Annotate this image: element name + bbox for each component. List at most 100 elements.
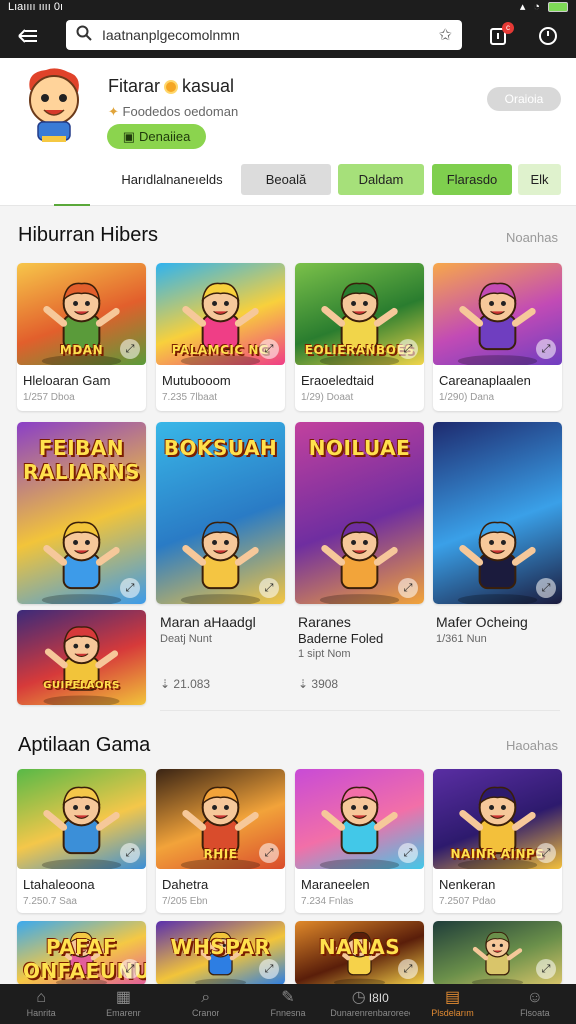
list-item-meta-1: 1 sipt Nom bbox=[298, 648, 351, 660]
list-item-name-2[interactable]: Mafer Ocheing bbox=[436, 614, 528, 630]
game-meta: 7.250.7 Saa bbox=[23, 896, 77, 907]
game-thumbnail: ⤢ bbox=[433, 263, 562, 365]
avatar[interactable] bbox=[16, 66, 92, 146]
game-thumbnail: WHSPAR ⤢ bbox=[156, 921, 285, 985]
game-thumbnail: PALAMCIC NG ⤢ bbox=[156, 263, 285, 365]
game-card[interactable]: ⤢ Maraneelen 7.234 Fnlas bbox=[295, 769, 424, 913]
profile-header: Fitarar kasual ✦ Foodedos oedoman ▣ Dena… bbox=[0, 58, 576, 206]
active-tab-indicator bbox=[54, 204, 90, 206]
game-card[interactable]: NOILUAE ⤢ bbox=[295, 422, 424, 604]
section2-more-link[interactable]: Haoahas bbox=[506, 738, 558, 753]
expand-icon[interactable]: ⤢ bbox=[536, 339, 556, 359]
download-icon: ⇣ bbox=[298, 677, 309, 691]
search-input[interactable] bbox=[102, 27, 429, 43]
coin-icon bbox=[164, 79, 179, 94]
game-thumbnail: FEIBAN RALIARNS ⤢ bbox=[17, 422, 146, 604]
game-thumbnail: EOLIERANBOES ⤢ bbox=[295, 263, 424, 365]
search-icon: ⌕ bbox=[201, 989, 211, 1006]
game-card[interactable]: NAINR AINPS ⤢ Nenkeran 7.2507 Pdao bbox=[433, 769, 562, 913]
home-icon: ⌂ bbox=[36, 989, 46, 1006]
game-card[interactable]: NANAS ⤢ bbox=[295, 921, 424, 985]
nav-item-5[interactable]: ▤ Plsdelarım bbox=[411, 984, 493, 1024]
game-name: Ltahaleoona bbox=[23, 877, 95, 892]
list-item-stat-0: ⇣ 21.083 bbox=[160, 677, 211, 691]
nav-item-1[interactable]: ▦ Emarenr bbox=[82, 984, 164, 1024]
section1-more-link[interactable]: Noanhas bbox=[506, 230, 558, 245]
game-card[interactable]: WHSPAR ⤢ bbox=[156, 921, 285, 985]
notification-icon[interactable]: c bbox=[484, 22, 514, 50]
game-meta: 7.235 7lbaat bbox=[162, 392, 218, 403]
back-arrow-icon[interactable] bbox=[0, 14, 56, 58]
thumbnail-title: WHSPAR bbox=[170, 935, 271, 959]
list-item-name-1[interactable]: Raranes bbox=[298, 614, 351, 630]
level-button[interactable]: ▣ Denaiiea bbox=[107, 124, 206, 149]
expand-icon[interactable]: ⤢ bbox=[120, 578, 140, 598]
nav-item-6[interactable]: ☺ Flsoata bbox=[494, 984, 576, 1024]
game-meta: 1/257 Dboa bbox=[23, 392, 75, 403]
tab-4[interactable]: Elk bbox=[518, 164, 561, 195]
game-meta: 7.234 Fnlas bbox=[301, 896, 354, 907]
expand-icon[interactable]: ⤢ bbox=[259, 339, 279, 359]
expand-icon[interactable]: ⤢ bbox=[259, 843, 279, 863]
game-thumbnail: BOKSUAH ⤢ bbox=[156, 422, 285, 604]
expand-icon[interactable]: ⤢ bbox=[398, 959, 418, 979]
game-card[interactable]: ⤢ Careanaplaalen 1/290) Dana bbox=[433, 263, 562, 411]
nav-item-3[interactable]: ✎ Fnnesna bbox=[247, 984, 329, 1024]
nav-item-0[interactable]: ⌂ Hanrita bbox=[0, 984, 82, 1024]
expand-icon[interactable]: ⤢ bbox=[536, 578, 556, 598]
game-card[interactable]: EOLIERANBOES ⤢ Eraoeledtaid 1/29) Doaat bbox=[295, 263, 424, 411]
expand-icon[interactable]: ⤢ bbox=[536, 843, 556, 863]
expand-icon[interactable]: ⤢ bbox=[120, 339, 140, 359]
list-item-name2-1: Baderne Foled bbox=[298, 631, 384, 646]
expand-icon[interactable]: ⤢ bbox=[120, 959, 140, 979]
game-card[interactable]: BOKSUAH ⤢ bbox=[156, 422, 285, 604]
games-icon: ✎ bbox=[281, 989, 295, 1006]
tab-2[interactable]: Daldam bbox=[338, 164, 424, 195]
follow-button[interactable]: Oraioia bbox=[487, 87, 561, 111]
game-name: Dahetra bbox=[162, 877, 209, 892]
notification-badge: c bbox=[502, 22, 514, 34]
game-card[interactable]: FEIBAN RALIARNS ⤢ bbox=[17, 422, 146, 604]
list-item-name-0[interactable]: Maran aHaadgl bbox=[160, 614, 256, 630]
game-card[interactable]: PAFAF ONFAEUNUS⤢ bbox=[17, 921, 146, 985]
game-card-small[interactable]: GUIPELAORS bbox=[17, 610, 146, 705]
clock-icon[interactable] bbox=[534, 22, 562, 50]
expand-icon[interactable]: ⤢ bbox=[120, 843, 140, 863]
tab-1[interactable]: Beoală bbox=[241, 164, 331, 195]
expand-icon[interactable]: ⤢ bbox=[398, 578, 418, 598]
profile-subtitle: ✦ Foodedos oedoman bbox=[108, 104, 239, 119]
expand-icon[interactable]: ⤢ bbox=[398, 843, 418, 863]
section2-title: Aptilaan Gama bbox=[18, 734, 151, 756]
game-card[interactable]: PALAMCIC NG ⤢ Mutubooom 7.235 7lbaat bbox=[156, 263, 285, 411]
nav-label: Dunarenrenbaroreee bbox=[330, 1008, 411, 1018]
game-name: Careanaplaalen bbox=[439, 373, 531, 388]
nav-item-4[interactable]: ◷ I8I0 Dunarenrenbaroreee bbox=[329, 984, 411, 1024]
tab-bar: Harıdlalnaneıelds Beoală Daldam Flarasdo… bbox=[0, 164, 576, 206]
expand-icon[interactable]: ⤢ bbox=[259, 959, 279, 979]
game-name: Nenkeran bbox=[439, 877, 496, 892]
hand-icon: ✦ bbox=[108, 104, 119, 119]
game-thumbnail: ⤢ bbox=[433, 422, 562, 604]
game-meta: 7.2507 Pdao bbox=[439, 896, 496, 907]
game-card[interactable]: RHIE ⤢ Dahetra 7/205 Ebn bbox=[156, 769, 285, 913]
expand-icon[interactable]: ⤢ bbox=[259, 578, 279, 598]
store-icon: ▦ bbox=[115, 989, 131, 1006]
profile-name: Fitarar kasual bbox=[108, 76, 235, 96]
expand-icon[interactable]: ⤢ bbox=[398, 339, 418, 359]
list-item-meta-2: 1/361 Nun bbox=[436, 633, 487, 645]
game-card[interactable]: ⤢ bbox=[433, 422, 562, 604]
nav-item-2[interactable]: ⌕ Cranor bbox=[165, 984, 247, 1024]
game-card[interactable]: MDAN ⤢ Hleloaran Gam 1/257 Dboa bbox=[17, 263, 146, 411]
expand-icon[interactable]: ⤢ bbox=[536, 959, 556, 979]
game-thumbnail: PAFAF ONFAEUNUS⤢ bbox=[17, 921, 146, 985]
star-icon[interactable]: ✩ bbox=[439, 25, 452, 45]
tab-0[interactable]: Harıdlalnaneıelds bbox=[110, 164, 234, 195]
game-name: Mutubooom bbox=[162, 373, 231, 388]
search-bar[interactable]: ✩ bbox=[66, 20, 462, 50]
game-thumbnail: NAINR AINPS ⤢ bbox=[433, 769, 562, 869]
tab-3[interactable]: Flarasdo bbox=[432, 164, 512, 195]
game-card[interactable]: ⤢ bbox=[433, 921, 562, 985]
game-name: Hleloaran Gam bbox=[23, 373, 111, 388]
game-card[interactable]: ⤢ Ltahaleoona 7.250.7 Saa bbox=[17, 769, 146, 913]
thumbnail-title: NANAS bbox=[318, 935, 401, 959]
